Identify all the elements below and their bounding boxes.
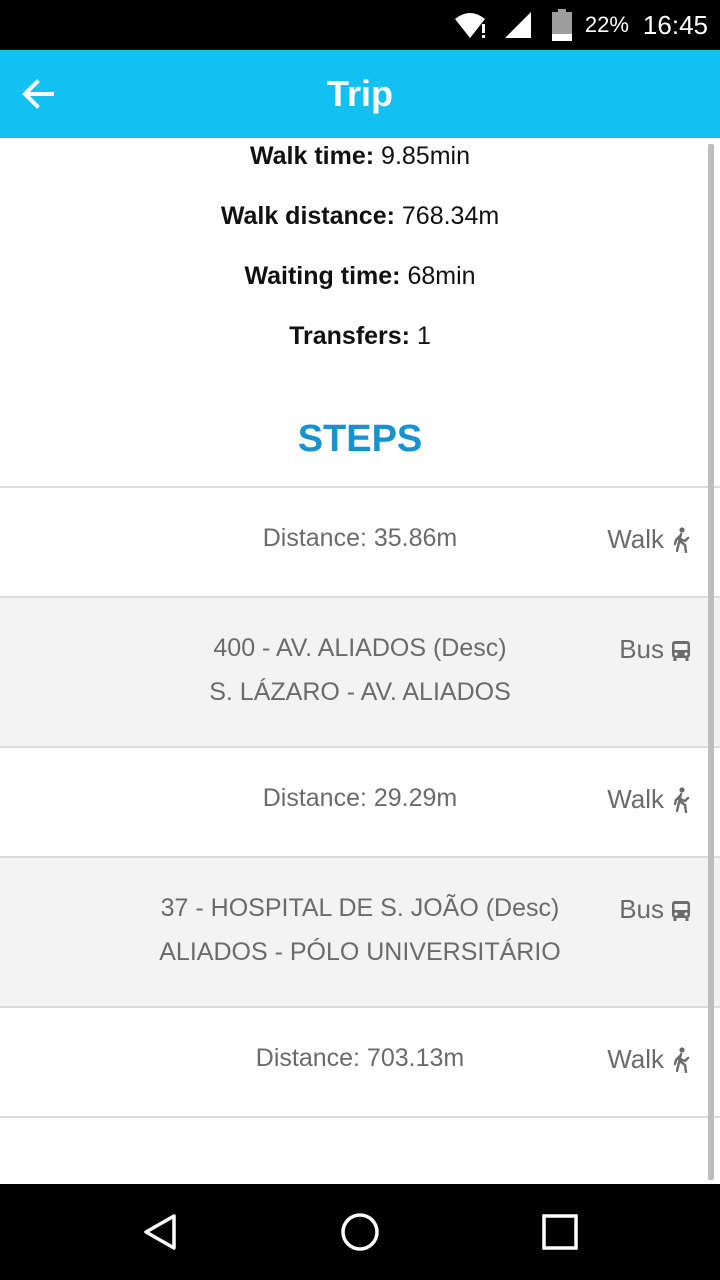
- wifi-alert-icon: [454, 13, 485, 38]
- step-row[interactable]: 37 - HOSPITAL DE S. JOÃO (Desc) ALIADOS …: [0, 856, 720, 1006]
- step-row[interactable]: Distance: 35.86m Walk: [0, 486, 720, 596]
- step-mode: Walk: [607, 1044, 692, 1075]
- waiting-time-value: 68min: [407, 262, 476, 290]
- step-mode-label: Walk: [607, 1044, 664, 1074]
- walk-time-label: Walk time:: [249, 142, 375, 170]
- bus-icon: [672, 900, 690, 921]
- battery-icon: [551, 9, 572, 41]
- trip-details[interactable]: Walk time: 9.85min Walk distance: 768.34…: [0, 138, 720, 1184]
- transfers-row: Transfers: 1: [0, 322, 720, 351]
- recents-square-icon: [542, 1214, 578, 1250]
- signal-icon: [504, 12, 531, 38]
- step-mode-label: Bus: [619, 894, 664, 924]
- transfers-value: 1: [416, 322, 431, 350]
- step-row[interactable]: Distance: 29.29m Walk: [0, 746, 720, 856]
- step-mode: Walk: [607, 524, 692, 555]
- walk-time-row: Walk time: 9.85min: [0, 142, 720, 171]
- transfers-label: Transfers:: [289, 322, 411, 350]
- walk-icon: [673, 526, 690, 553]
- walk-distance-label: Walk distance:: [220, 202, 395, 230]
- walk-distance-value: 768.34m: [401, 202, 500, 230]
- navigation-bar: [0, 1184, 720, 1280]
- step-row: [0, 1116, 720, 1184]
- waiting-time-label: Waiting time:: [244, 262, 401, 290]
- step-stops: ALIADOS - PÓLO UNIVERSITÁRIO: [159, 938, 561, 966]
- walk-distance-row: Walk distance: 768.34m: [0, 202, 720, 231]
- nav-recents-button[interactable]: [530, 1202, 590, 1262]
- app-bar: Trip: [0, 50, 720, 138]
- step-mode-label: Walk: [607, 524, 664, 554]
- step-mode-label: Bus: [619, 634, 664, 664]
- step-row[interactable]: 400 - AV. ALIADOS (Desc) S. LÁZARO - AV.…: [0, 596, 720, 746]
- battery-percent: 22%: [584, 12, 629, 37]
- walk-icon: [673, 786, 690, 813]
- nav-back-button[interactable]: [130, 1202, 190, 1262]
- step-mode-label: Walk: [607, 784, 664, 814]
- back-button[interactable]: [8, 64, 68, 124]
- arrow-left-icon: [22, 79, 54, 109]
- step-mode: Bus: [619, 634, 692, 665]
- walk-time-value: 9.85min: [381, 142, 470, 170]
- waiting-time-row: Waiting time: 68min: [0, 262, 720, 291]
- back-triangle-icon: [144, 1214, 176, 1250]
- page-title: Trip: [326, 73, 393, 114]
- scrollbar[interactable]: [708, 144, 714, 1180]
- home-circle-icon: [341, 1213, 379, 1251]
- step-mode: Bus: [619, 894, 692, 925]
- steps-heading: STEPS: [297, 418, 423, 460]
- status-bar: 22% 16:45: [0, 0, 720, 50]
- clock: 16:45: [642, 9, 708, 40]
- step-route: 37 - HOSPITAL DE S. JOÃO (Desc): [160, 894, 560, 922]
- step-route: 400 - AV. ALIADOS (Desc): [213, 634, 507, 662]
- step-row[interactable]: Distance: 703.13m Walk: [0, 1006, 720, 1116]
- step-stops: S. LÁZARO - AV. ALIADOS: [209, 678, 511, 706]
- walk-icon: [673, 1046, 690, 1073]
- bus-icon: [672, 640, 690, 661]
- nav-home-button[interactable]: [330, 1202, 390, 1262]
- step-mode: Walk: [607, 784, 692, 815]
